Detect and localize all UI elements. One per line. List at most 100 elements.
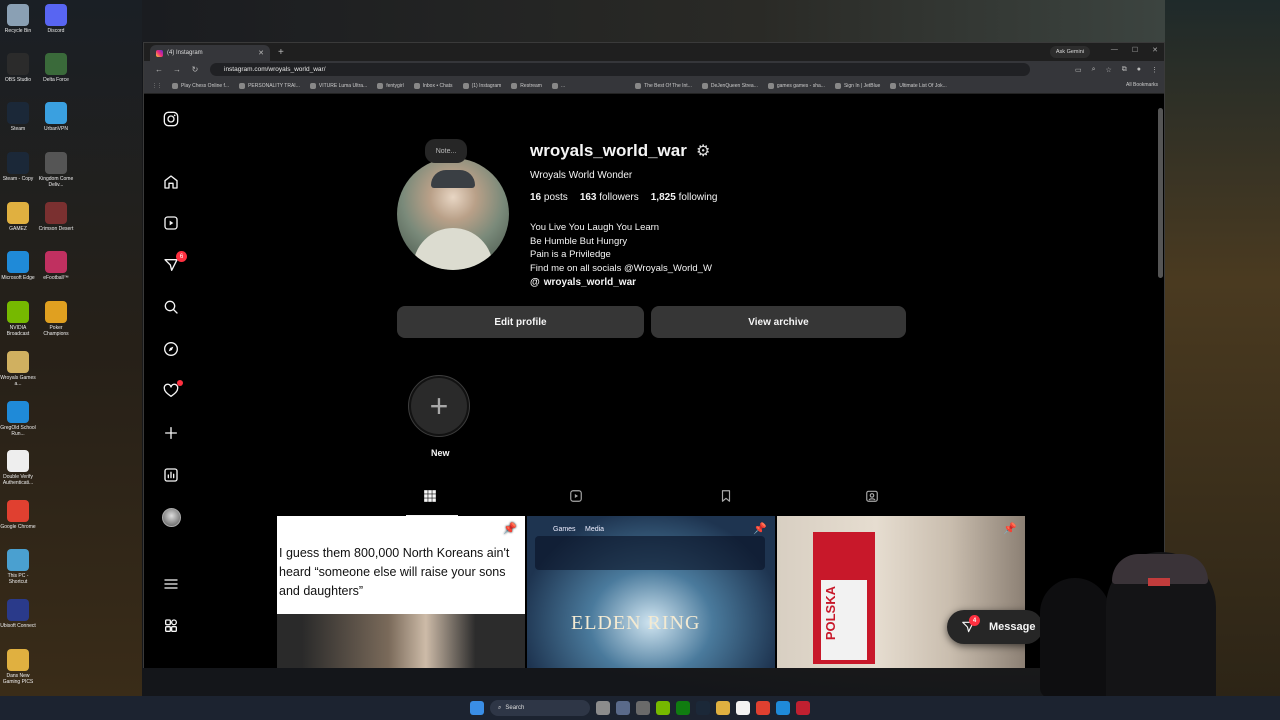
close-window-icon[interactable]: ✕ bbox=[1152, 46, 1158, 54]
desktop-icon[interactable]: Ubisoft Connect bbox=[0, 599, 36, 629]
desktop-icon[interactable]: GregOld School Run... bbox=[0, 401, 36, 437]
followers-stat[interactable]: 163 followers bbox=[580, 192, 639, 203]
new-tab-button[interactable]: + bbox=[278, 47, 284, 58]
bookmark-item[interactable]: PERSONALITY TRAI... bbox=[239, 82, 300, 89]
back-icon[interactable]: ← bbox=[150, 65, 168, 74]
message-button[interactable]: 4 Message bbox=[947, 610, 1043, 644]
task-view-icon[interactable] bbox=[596, 701, 610, 715]
notifications-heart-icon[interactable] bbox=[161, 380, 183, 401]
bookmark-item[interactable]: DeJenQueen Strea... bbox=[701, 82, 758, 89]
menu-dots-icon[interactable]: ⋮ bbox=[1151, 66, 1158, 74]
tab-close-icon[interactable]: ✕ bbox=[258, 49, 264, 57]
forward-icon[interactable]: → bbox=[168, 65, 186, 74]
bookmark-item[interactable]: VITURE Luma Ultra... bbox=[309, 82, 367, 89]
desktop-icon[interactable]: Kingdom Come Deliv... bbox=[38, 152, 74, 188]
bookmark-item[interactable]: Play Chess Online f... bbox=[172, 82, 229, 89]
instagram-logo-icon[interactable] bbox=[161, 109, 181, 129]
chrome-taskbar-icon[interactable] bbox=[756, 701, 770, 715]
bookmark-item[interactable]: Sign In | JetBlue bbox=[834, 82, 880, 89]
post-tile[interactable]: POLSKA 📌 bbox=[777, 516, 1025, 668]
more-menu-icon[interactable] bbox=[161, 574, 181, 594]
reels-icon[interactable] bbox=[161, 213, 181, 233]
desktop-icon-label: Poker Champions bbox=[43, 325, 69, 337]
posts-grid-icon[interactable] bbox=[423, 489, 437, 506]
threads-link[interactable]: @ wroyals_world_war bbox=[530, 277, 636, 288]
desktop-icon-label: Delta Force bbox=[43, 77, 69, 83]
minimize-icon[interactable]: — bbox=[1111, 46, 1118, 54]
new-highlight-button[interactable]: + bbox=[408, 375, 470, 437]
desktop-icon[interactable]: Dans New Gaming PICS bbox=[0, 649, 36, 685]
widgets-icon[interactable] bbox=[616, 701, 630, 715]
bookmark-item[interactable]: ... bbox=[551, 82, 565, 89]
desktop-icon[interactable]: OBS Studio bbox=[0, 53, 36, 83]
reels-tab-icon[interactable] bbox=[569, 489, 583, 506]
messages-icon[interactable]: 6 bbox=[161, 251, 187, 275]
reload-icon[interactable]: ↻ bbox=[186, 65, 204, 74]
post-tile[interactable]: I guess them 800,000 North Koreans ain't… bbox=[277, 516, 525, 668]
desktop-icon[interactable]: NVIDIA Broadcast bbox=[0, 301, 36, 337]
desktop-icon[interactable]: Delta Force bbox=[38, 53, 74, 83]
dashboard-icon[interactable] bbox=[161, 465, 181, 485]
maximize-icon[interactable]: ☐ bbox=[1132, 46, 1138, 54]
desktop-icon[interactable]: Crimson Desert bbox=[38, 202, 74, 232]
desktop-icon[interactable]: UrbanVPN bbox=[38, 102, 74, 132]
settings-gear-icon[interactable]: ⚙ bbox=[696, 141, 710, 161]
post-tile[interactable]: Games Media ELDEN RING 📌 bbox=[527, 516, 775, 668]
desktop-icon[interactable]: GAMEZ bbox=[0, 202, 36, 232]
bookmark-item[interactable]: Inbox • Chats bbox=[413, 82, 453, 89]
desktop-icon[interactable]: Recycle Bin bbox=[0, 4, 36, 34]
profile-icon[interactable]: ● bbox=[1137, 66, 1141, 74]
desktop-icon[interactable]: Double Verify Authenticati... bbox=[0, 450, 36, 486]
ask-gemini-button[interactable]: Ask Gemini bbox=[1049, 46, 1090, 58]
extensions-icon[interactable]: ⧉ bbox=[1122, 66, 1127, 74]
also-from-meta-icon[interactable] bbox=[161, 616, 181, 636]
search-icon[interactable] bbox=[161, 297, 181, 317]
all-bookmarks-link[interactable]: All Bookmarks bbox=[1126, 82, 1158, 88]
xbox-app-icon[interactable] bbox=[676, 701, 690, 715]
steam-app-icon[interactable] bbox=[696, 701, 710, 715]
desktop-icon[interactable]: Google Chrome bbox=[0, 500, 36, 530]
cast-icon[interactable]: ▭ bbox=[1075, 66, 1082, 74]
bookmark-item[interactable]: The Best Of The Int... bbox=[635, 82, 692, 89]
desktop-icon[interactable]: Wroyals Games a... bbox=[0, 351, 36, 387]
bookmark-item[interactable]: Restream bbox=[511, 82, 542, 89]
note-bubble[interactable]: Note... bbox=[425, 139, 467, 163]
bookmark-favicon-icon bbox=[511, 82, 518, 89]
settings-app-icon[interactable] bbox=[636, 701, 650, 715]
zoom-icon[interactable]: ⌕ bbox=[1092, 66, 1096, 74]
bookmark-item[interactable]: (1) Instagram bbox=[462, 82, 501, 89]
view-archive-button[interactable]: View archive bbox=[651, 306, 906, 338]
bookmark-item[interactable]: fentygirl bbox=[377, 82, 404, 89]
page-scrollbar[interactable] bbox=[1158, 108, 1163, 278]
bookmark-star-icon[interactable]: ☆ bbox=[1105, 66, 1111, 74]
desktop-icon[interactable]: Steam - Copy bbox=[0, 152, 36, 182]
store-icon[interactable] bbox=[736, 701, 750, 715]
desktop-icon[interactable]: Discord bbox=[38, 4, 74, 34]
following-stat[interactable]: 1,825 following bbox=[651, 192, 718, 203]
apps-grid-icon[interactable]: ⋮⋮ bbox=[152, 83, 162, 89]
url-field[interactable]: instagram.com/wroyals_world_war/ bbox=[210, 63, 1030, 76]
create-plus-icon[interactable] bbox=[161, 423, 181, 443]
file-explorer-icon[interactable] bbox=[716, 701, 730, 715]
edit-profile-button[interactable]: Edit profile bbox=[397, 306, 644, 338]
desktop-icon[interactable]: This PC - Shortcut bbox=[0, 549, 36, 585]
explore-compass-icon[interactable] bbox=[161, 339, 181, 359]
tagged-icon[interactable] bbox=[865, 489, 879, 506]
home-icon[interactable] bbox=[161, 172, 181, 192]
profile-picture[interactable] bbox=[397, 158, 509, 270]
nvidia-app-icon[interactable] bbox=[656, 701, 670, 715]
desktop-icon[interactable]: Microsoft Edge bbox=[0, 251, 36, 281]
start-icon[interactable] bbox=[470, 701, 484, 715]
edge-taskbar-icon[interactable] bbox=[776, 701, 790, 715]
saved-bookmark-icon[interactable] bbox=[719, 489, 733, 506]
app-taskbar-icon[interactable] bbox=[796, 701, 810, 715]
profile-avatar[interactable] bbox=[161, 507, 181, 527]
taskbar-search[interactable]: ⌕ Search bbox=[490, 700, 590, 716]
desktop-icon[interactable]: eFootball™ bbox=[38, 251, 74, 281]
desktop-icon[interactable]: Poker Champions bbox=[38, 301, 74, 337]
tab-instagram[interactable]: (4) Instagram ✕ bbox=[150, 45, 270, 61]
bookmark-item[interactable]: Ultimate List Of Jok... bbox=[890, 82, 947, 89]
bookmark-item[interactable]: games games - sha... bbox=[767, 82, 825, 89]
desktop-icon[interactable]: Steam bbox=[0, 102, 36, 132]
following-count: 1,825 bbox=[650, 192, 676, 203]
